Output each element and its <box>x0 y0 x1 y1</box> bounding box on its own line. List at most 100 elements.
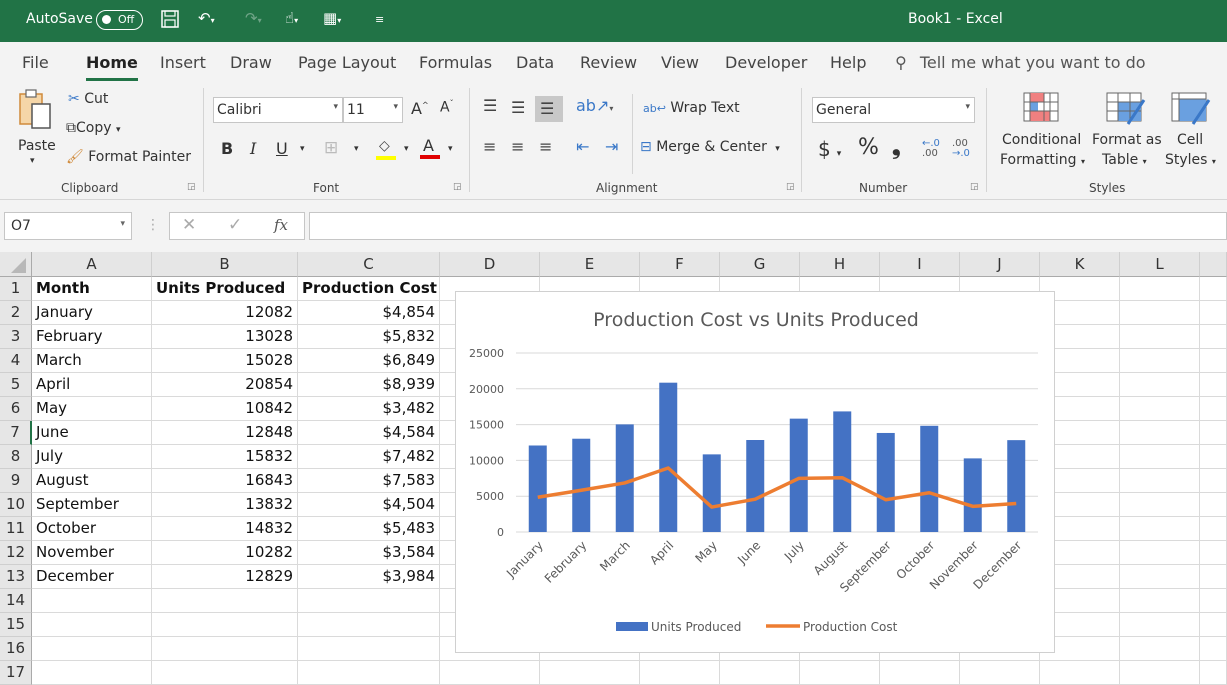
cell-b4[interactable]: 15028 <box>152 349 298 373</box>
cell-l14[interactable] <box>1120 589 1200 613</box>
cell-m4[interactable] <box>1200 349 1227 373</box>
cell-c3[interactable]: $5,832 <box>298 325 440 349</box>
column-header-k[interactable]: K <box>1040 252 1120 277</box>
cell-m3[interactable] <box>1200 325 1227 349</box>
cell-c5[interactable]: $8,939 <box>298 373 440 397</box>
cell-b8[interactable]: 15832 <box>152 445 298 469</box>
cell-styles-button[interactable]: Cell Styles ▾ <box>1163 90 1223 172</box>
cell-l7[interactable] <box>1120 421 1200 445</box>
cell-b17[interactable] <box>152 661 298 685</box>
row-header-2[interactable]: 2 <box>0 301 32 325</box>
cell-h17[interactable] <box>800 661 880 685</box>
cell-a5[interactable]: April <box>32 373 152 397</box>
underline-dropdown-icon[interactable]: ▾ <box>300 144 305 154</box>
cell-a3[interactable]: February <box>32 325 152 349</box>
column-header-i[interactable]: I <box>880 252 960 277</box>
cell-e17[interactable] <box>540 661 640 685</box>
font-name-select[interactable]: Calibri▾ <box>213 97 343 123</box>
cell-a10[interactable]: September <box>32 493 152 517</box>
decrease-font-icon[interactable]: Aˇ <box>440 99 454 116</box>
touch-mode-icon[interactable]: ☝▾ <box>285 9 298 27</box>
cell-c15[interactable] <box>298 613 440 637</box>
cancel-icon[interactable]: ✕ <box>182 215 196 235</box>
cell-a6[interactable]: May <box>32 397 152 421</box>
cell-b7[interactable]: 12848 <box>152 421 298 445</box>
cell-m11[interactable] <box>1200 517 1227 541</box>
cell-l5[interactable] <box>1120 373 1200 397</box>
cell-a14[interactable] <box>32 589 152 613</box>
column-header-e[interactable]: E <box>540 252 640 277</box>
autosave-toggle[interactable]: Off <box>96 10 143 30</box>
cell-a9[interactable]: August <box>32 469 152 493</box>
font-size-select[interactable]: 11▾ <box>343 97 403 123</box>
undo-icon[interactable]: ↶▾ <box>198 9 215 27</box>
drag-handle-icon[interactable]: ⋮ <box>146 217 160 233</box>
percent-button[interactable]: % <box>858 135 879 160</box>
row-header-14[interactable]: 14 <box>0 589 32 613</box>
fill-color-icon[interactable]: ◇ <box>376 138 398 160</box>
tab-view[interactable]: View <box>661 53 699 72</box>
borders-dropdown-icon[interactable]: ▾ <box>354 144 359 154</box>
wrap-text-button[interactable]: ab↩ Wrap Text <box>643 100 740 116</box>
column-header-m[interactable] <box>1200 252 1227 277</box>
cell-m14[interactable] <box>1200 589 1227 613</box>
cell-b16[interactable] <box>152 637 298 661</box>
customize-qat-icon[interactable]: ≡ <box>375 13 384 26</box>
cell-a1[interactable]: Month <box>32 277 152 301</box>
borders-icon[interactable]: ⊞ <box>324 138 338 158</box>
cell-l9[interactable] <box>1120 469 1200 493</box>
select-all-corner[interactable] <box>0 252 32 277</box>
tab-data[interactable]: Data <box>516 53 554 72</box>
cell-a17[interactable] <box>32 661 152 685</box>
cell-j17[interactable] <box>960 661 1040 685</box>
column-header-a[interactable]: A <box>32 252 152 277</box>
column-header-d[interactable]: D <box>440 252 540 277</box>
number-format-select[interactable]: General▾ <box>812 97 975 123</box>
orientation-icon[interactable]: ab↗▾ <box>576 96 613 115</box>
enter-icon[interactable]: ✓ <box>228 215 242 235</box>
cell-l12[interactable] <box>1120 541 1200 565</box>
row-header-3[interactable]: 3 <box>0 325 32 349</box>
cell-c16[interactable] <box>298 637 440 661</box>
cell-b2[interactable]: 12082 <box>152 301 298 325</box>
cell-b1[interactable]: Units Produced <box>152 277 298 301</box>
cell-c9[interactable]: $7,583 <box>298 469 440 493</box>
format-painter-button[interactable]: 🖌 Format Painter <box>66 149 191 165</box>
cell-a4[interactable]: March <box>32 349 152 373</box>
alignment-launcher-icon[interactable]: ◲ <box>786 182 795 192</box>
column-header-j[interactable]: J <box>960 252 1040 277</box>
currency-button[interactable]: $▾ <box>818 137 841 161</box>
cell-l3[interactable] <box>1120 325 1200 349</box>
align-center-icon[interactable]: ≡ <box>511 137 524 156</box>
increase-decimal-icon[interactable]: ←.0.00 <box>922 139 940 159</box>
cell-a8[interactable]: July <box>32 445 152 469</box>
column-header-h[interactable]: H <box>800 252 880 277</box>
cell-l4[interactable] <box>1120 349 1200 373</box>
redo-icon[interactable]: ↷▾ <box>245 9 262 27</box>
cell-g17[interactable] <box>720 661 800 685</box>
cell-l11[interactable] <box>1120 517 1200 541</box>
cell-f17[interactable] <box>640 661 720 685</box>
cell-m6[interactable] <box>1200 397 1227 421</box>
row-header-5[interactable]: 5 <box>0 373 32 397</box>
cell-m15[interactable] <box>1200 613 1227 637</box>
cell-b3[interactable]: 13028 <box>152 325 298 349</box>
cell-c2[interactable]: $4,854 <box>298 301 440 325</box>
cell-m17[interactable] <box>1200 661 1227 685</box>
cell-a7[interactable]: June <box>32 421 152 445</box>
column-header-b[interactable]: B <box>152 252 298 277</box>
top-align-icon[interactable]: ☰ <box>483 96 497 115</box>
cell-c1[interactable]: Production Cost <box>298 277 440 301</box>
cell-c12[interactable]: $3,584 <box>298 541 440 565</box>
copy-button[interactable]: ⧉Copy ▾ <box>66 120 121 136</box>
bottom-align-icon[interactable]: ☰ <box>535 96 563 122</box>
tell-me-search[interactable]: ⚲ Tell me what you want to do <box>895 53 1146 72</box>
cell-b15[interactable] <box>152 613 298 637</box>
row-header-12[interactable]: 12 <box>0 541 32 565</box>
cell-c11[interactable]: $5,483 <box>298 517 440 541</box>
cell-b9[interactable]: 16843 <box>152 469 298 493</box>
cell-m16[interactable] <box>1200 637 1227 661</box>
cell-m13[interactable] <box>1200 565 1227 589</box>
cell-c17[interactable] <box>298 661 440 685</box>
align-left-icon[interactable]: ≡ <box>483 137 496 156</box>
